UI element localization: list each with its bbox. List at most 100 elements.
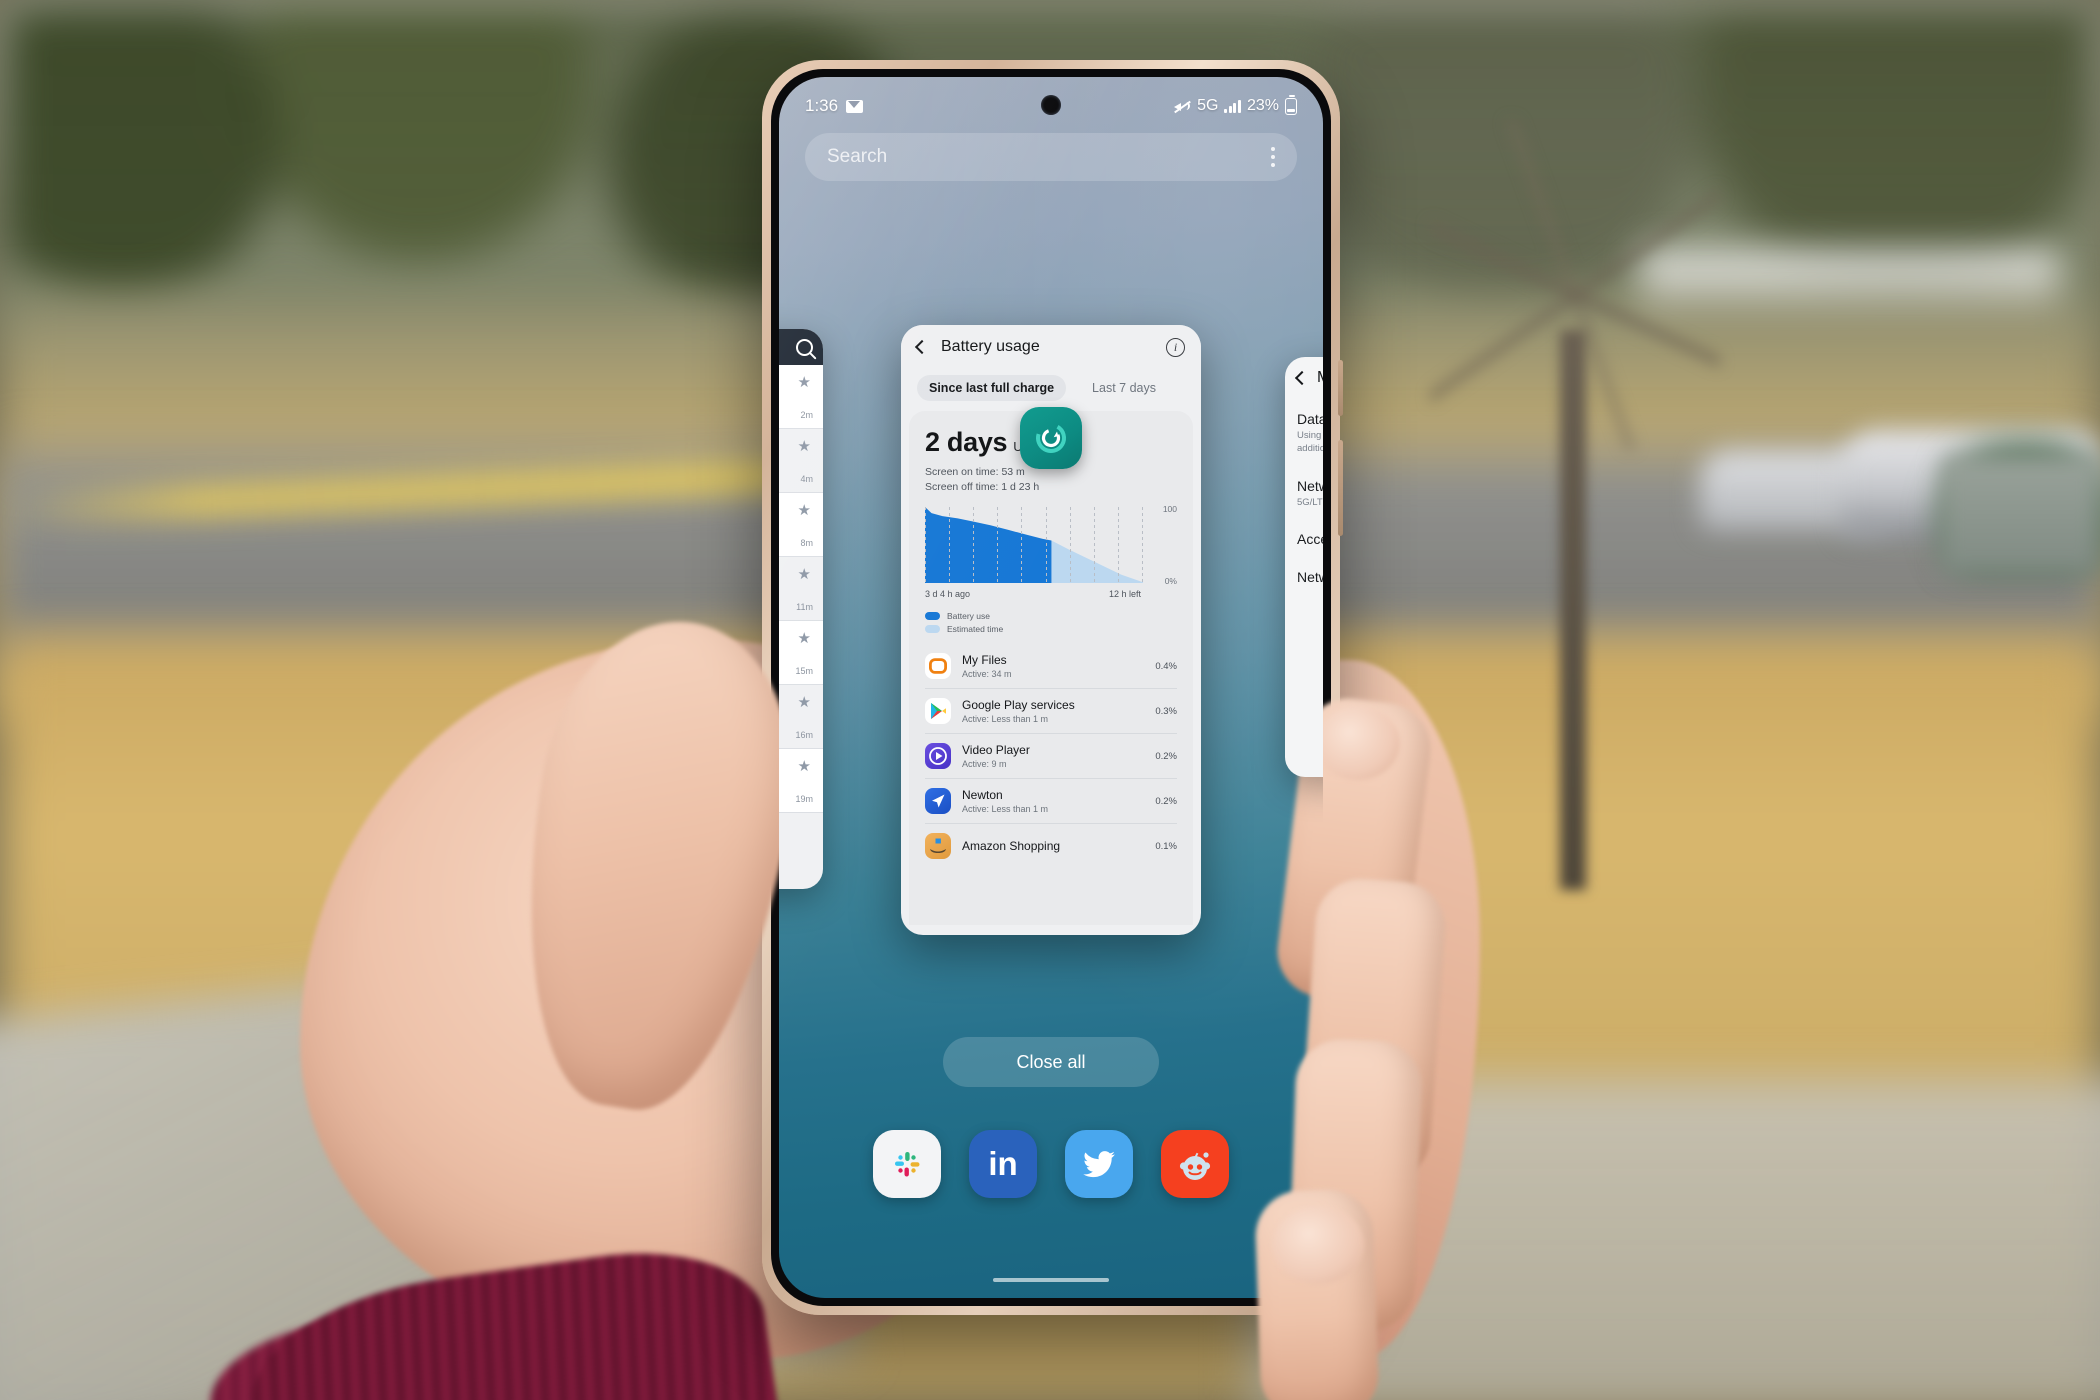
close-all-button[interactable]: Close all	[943, 1037, 1159, 1087]
legend-label-estimated-time: Estimated time	[947, 624, 1004, 635]
back-chevron-icon[interactable]	[1294, 370, 1310, 386]
battery-icon	[1285, 94, 1297, 115]
star-icon[interactable]: ★	[798, 565, 811, 583]
recent-card-settings[interactable]: M Data ro Using m… addition… Networ 5G/LTE/…	[1285, 357, 1323, 777]
email-time: 2m	[800, 410, 813, 420]
settings-list-item[interactable]: Networ 5G/LTE/…	[1285, 466, 1323, 520]
battery-app-meta: Google Play services Active: Less than 1 …	[962, 698, 1144, 724]
battery-app-meta: Video Player Active: 9 m	[962, 743, 1144, 769]
recents-carousel: ★2m★4m★8m★11m★15m★16m★19m ✎ M Data roUsi…	[779, 207, 1323, 967]
search-bar[interactable]: Search	[805, 133, 1297, 181]
email-time: 19m	[795, 794, 813, 804]
battery-app-subtitle: Active: Less than 1 m	[962, 714, 1049, 725]
email-list-item[interactable]: ★ 16m	[779, 685, 823, 749]
star-icon[interactable]: ★	[798, 373, 811, 391]
dock-item-twitter[interactable]	[1065, 1130, 1133, 1198]
tab-since-last-full-charge[interactable]: Since last full charge	[917, 375, 1067, 401]
email-time: 15m	[795, 666, 813, 676]
star-icon[interactable]: ★	[798, 629, 811, 647]
legend-battery-use: Battery use	[925, 611, 1177, 621]
battery-app-name: Video Player	[962, 743, 1030, 758]
legend-estimated-time: Estimated time	[925, 624, 1177, 634]
amazon-shopping-icon	[925, 833, 951, 860]
email-list: ★ 2m ★ 4m ★ 8m ★ 11m ★ 15m ★ 16m ★ 19m	[779, 365, 823, 813]
index-fingernail	[1316, 706, 1400, 780]
settings-list-item[interactable]: Data ro Using m… addition…	[1285, 399, 1323, 466]
page-title: Battery usage	[941, 338, 1040, 355]
battery-app-percent: 0.1%	[1155, 840, 1177, 852]
phone-bezel: 1:36 5G 23% Search ★ 2m ★ 4m ★ 8m ★ 11m …	[771, 69, 1331, 1306]
chart-y-max-label: 100	[1162, 504, 1177, 515]
dock-item-reddit[interactable]	[1161, 1130, 1229, 1198]
email-time: 4m	[800, 474, 813, 484]
kebab-menu-icon[interactable]	[1271, 147, 1275, 167]
email-list-item[interactable]: ★ 2m	[779, 365, 823, 429]
status-bar-right: 5G 23%	[1174, 94, 1297, 115]
battery-usage-icon	[1020, 407, 1082, 469]
recent-card-battery-usage[interactable]: Battery usage i Since last full charge L…	[901, 325, 1201, 935]
email-list-item[interactable]: ★ 4m	[779, 429, 823, 493]
battery-app-subtitle: Active: 34 m	[962, 669, 1012, 680]
battery-percent: 23%	[1246, 97, 1279, 114]
battery-app-row[interactable]: Video Player Active: 9 m 0.2%	[925, 734, 1177, 780]
back-chevron-icon[interactable]	[914, 339, 930, 355]
battery-app-row[interactable]: Amazon Shopping 0.1%	[925, 824, 1177, 868]
chart-legend: Battery use Estimated time	[925, 611, 1177, 634]
star-icon[interactable]: ★	[798, 501, 811, 519]
battery-app-name: Newton	[962, 788, 1003, 803]
usage-value: 2 days	[925, 427, 1008, 457]
chart-y-min-label: 0%	[1164, 576, 1177, 587]
settings-list-item[interactable]: Networ	[1285, 557, 1323, 595]
front-camera	[1041, 95, 1061, 115]
search-placeholder: Search	[827, 146, 888, 167]
dock-item-slack[interactable]	[873, 1130, 941, 1198]
battery-app-row[interactable]: Google Play services Active: Less than 1 …	[925, 689, 1177, 735]
status-bar-left: 1:36	[805, 96, 864, 116]
email-time: 8m	[800, 538, 813, 548]
settings-item-title: Networ	[1297, 569, 1323, 586]
battery-app-meta: Amazon Shopping	[962, 839, 1144, 854]
photo-scene: 1:36 5G 23% Search ★ 2m ★ 4m ★ 8m ★ 11m …	[0, 0, 2100, 1400]
star-icon[interactable]: ★	[798, 757, 811, 775]
dock-item-linkedin[interactable]: in	[969, 1130, 1037, 1198]
battery-app-meta: Newton Active: Less than 1 m	[962, 788, 1144, 814]
search-icon[interactable]	[796, 338, 813, 356]
battery-sheet: 2 days Used Screen on time: 53 m Screen …	[909, 411, 1193, 925]
email-list-item[interactable]: ★ 8m	[779, 493, 823, 557]
battery-app-name: My Files	[962, 653, 1007, 668]
info-icon[interactable]: i	[1166, 337, 1185, 357]
battery-app-row[interactable]: My Files Active: 34 m 0.4%	[925, 644, 1177, 690]
volume-button[interactable]	[1338, 360, 1343, 416]
battery-app-list: My Files Active: 34 m 0.4% Google Play serv…	[925, 644, 1177, 868]
star-icon[interactable]: ★	[798, 437, 811, 455]
legend-label-battery-use: Battery use	[947, 611, 990, 622]
battery-app-meta: My Files Active: 34 m	[962, 653, 1144, 679]
recent-card-email[interactable]: ★2m★4m★8m★11m★15m★16m★19m ✎	[779, 329, 823, 889]
settings-item-title: Data ro	[1297, 411, 1323, 427]
screen-times: Screen on time: 53 m Screen off time: 1 …	[925, 465, 1177, 495]
video-player-icon	[925, 743, 951, 770]
email-toolbar	[779, 329, 823, 365]
phone-device: 1:36 5G 23% Search ★ 2m ★ 4m ★ 8m ★ 11m …	[762, 60, 1343, 1315]
settings-list-item[interactable]: Access	[1285, 519, 1323, 557]
tree-trunk	[1560, 330, 1586, 890]
mail-icon	[846, 99, 864, 113]
star-icon[interactable]: ★	[798, 693, 811, 711]
google-play-services-icon	[925, 698, 951, 725]
email-list-item[interactable]: ★ 11m	[779, 557, 823, 621]
email-list-item[interactable]: ★ 19m	[779, 749, 823, 813]
power-button[interactable]	[1338, 440, 1343, 536]
status-time: 1:36	[805, 96, 839, 115]
settings-list: Data ro Using m… addition… Networ 5G/LTE/… A…	[1285, 399, 1323, 595]
battery-app-row[interactable]: Newton Active: Less than 1 m 0.2%	[925, 779, 1177, 825]
newton-icon	[925, 788, 951, 815]
battery-app-subtitle: Active: 9 m	[962, 759, 1007, 770]
email-list-item[interactable]: ★ 15m	[779, 621, 823, 685]
tab-last-7-days[interactable]: Last 7 days	[1080, 375, 1168, 401]
planter	[1940, 455, 2100, 575]
mute-icon	[1174, 99, 1191, 114]
chart-x-right-label: 12 h left	[1108, 589, 1141, 600]
legend-swatch-battery-use	[925, 612, 940, 621]
legend-swatch-estimated-time	[925, 625, 940, 634]
navigation-pill[interactable]	[993, 1278, 1109, 1282]
